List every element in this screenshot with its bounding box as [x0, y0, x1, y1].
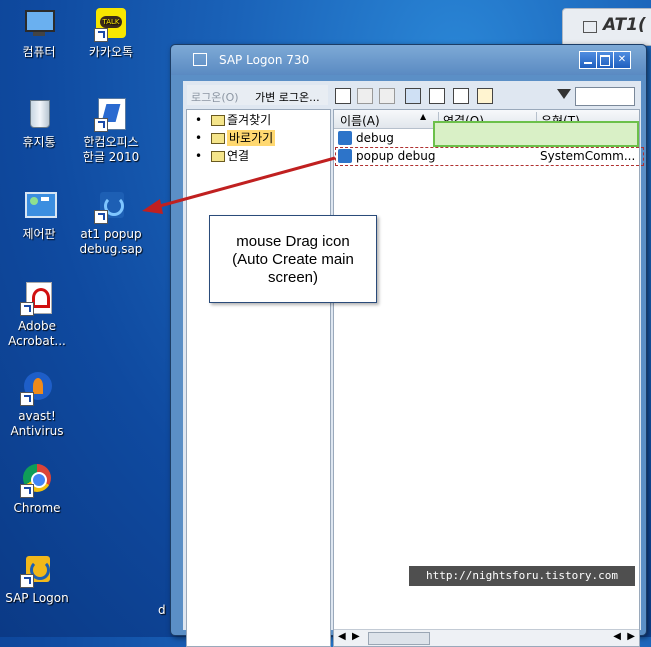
desktop-icon-sap-logon[interactable]: SAP Logon: [2, 554, 72, 606]
desktop-icon-label: Chrome: [13, 501, 61, 515]
avast-icon: [20, 372, 54, 406]
desktop-icon-label: Adobe Acrobat...: [8, 319, 66, 348]
background-window[interactable]: AT1(: [562, 8, 651, 46]
chrome-icon: [20, 464, 54, 498]
edit-icon[interactable]: [357, 88, 373, 104]
callout-line: screen): [267, 269, 319, 286]
list-view-icon[interactable]: [429, 88, 445, 104]
row-focus-outline: [335, 147, 644, 166]
control-panel-icon: [22, 190, 57, 224]
drag-preview-box: [433, 121, 639, 147]
properties-icon[interactable]: [453, 88, 469, 104]
folder-icon: [211, 133, 225, 144]
hancom-icon: [94, 98, 128, 132]
desktop-icon-kakaotalk[interactable]: TALK 카카오톡: [76, 8, 146, 60]
desktop-icon-recycle-bin[interactable]: 휴지통: [4, 98, 74, 150]
filter-icon[interactable]: [557, 89, 571, 99]
maximize-button[interactable]: [596, 51, 614, 69]
title-bar[interactable]: SAP Logon 730 ✕: [171, 45, 646, 75]
close-icon: ✕: [617, 54, 627, 65]
edit-properties-icon[interactable]: [477, 88, 493, 104]
background-window-title: AT1(: [603, 15, 646, 35]
folder-icon: [211, 115, 225, 126]
desktop-icon-avast[interactable]: avast! Antivirus: [2, 372, 72, 439]
new-entry-icon[interactable]: [335, 88, 351, 104]
window-icon: [583, 21, 597, 33]
watermark: http://nightsforu.tistory.com: [409, 566, 635, 586]
recycle-bin-icon: [22, 98, 56, 132]
sort-ascending-icon: ▲: [420, 112, 427, 121]
sap-client-area: 로그온(O) 가변 로그온... • 즐겨찾기 • 바로가기 • 연결 이름(A…: [183, 81, 644, 647]
desktop-icon-label-fragment: d: [158, 603, 166, 617]
close-button[interactable]: ✕: [613, 51, 631, 69]
tab-variable-logon[interactable]: 가변 로그온...: [255, 89, 320, 105]
desktop-icon-sap-shortcut[interactable]: at1 popup debug.sap: [76, 190, 146, 257]
column-header-name[interactable]: 이름(A): [340, 112, 380, 129]
desktop-icon-computer[interactable]: 컴퓨터: [4, 8, 74, 60]
left-tabs: 로그온(O) 가변 로그온...: [187, 85, 328, 105]
desktop-icon-chrome[interactable]: Chrome: [2, 464, 72, 516]
toolbar: [333, 85, 641, 107]
tree-item-label: 바로가기: [227, 130, 276, 146]
row-name: debug: [356, 131, 394, 145]
tree-item-label: 연결: [227, 149, 250, 163]
sap-shortcut-icon: [94, 190, 128, 224]
delete-icon[interactable]: [379, 88, 395, 104]
details-view-icon[interactable]: [405, 88, 421, 104]
folder-tree: • 즐겨찾기 • 바로가기 • 연결: [186, 109, 331, 647]
desktop-icon-label: 휴지통: [22, 135, 56, 149]
tab-logon[interactable]: 로그온(O): [191, 89, 239, 105]
sap-connection-icon: [338, 131, 352, 145]
tree-item-label: 즐겨찾기: [227, 113, 272, 127]
kakaotalk-icon: TALK: [94, 8, 128, 42]
computer-icon: [22, 8, 56, 42]
desktop-icon-label: 카카오톡: [88, 45, 134, 59]
filter-input[interactable]: [575, 87, 635, 106]
folder-icon: [211, 151, 225, 162]
desktop-icon-label: 제어판: [22, 227, 56, 241]
desktop-icon-control-panel[interactable]: 제어판: [4, 190, 74, 242]
desktop-icon-label: avast! Antivirus: [10, 409, 64, 438]
sap-logon-icon: [20, 554, 54, 588]
horizontal-scrollbar[interactable]: ◀ ▶ ◀ ▶: [334, 629, 639, 646]
scrollbar-thumb[interactable]: [368, 632, 430, 645]
minimize-button[interactable]: [579, 51, 597, 69]
desktop-icon-label: 한컴오피스 한글 2010: [82, 135, 140, 164]
desktop-icon-label: at1 popup debug.sap: [79, 227, 143, 256]
callout-line: mouse Drag icon: [236, 233, 350, 250]
window-title: SAP Logon 730: [219, 53, 310, 67]
desktop-icon-adobe[interactable]: Adobe Acrobat...: [2, 282, 72, 349]
adobe-icon: [20, 282, 54, 316]
window-icon: [193, 53, 207, 66]
callout-line: (Auto Create main: [232, 251, 354, 268]
annotation-callout: mouse Drag icon (Auto Create main screen…: [209, 215, 377, 303]
desktop-icon-label: SAP Logon: [5, 591, 69, 605]
desktop-icon-hancom[interactable]: 한컴오피스 한글 2010: [76, 98, 146, 165]
desktop-icon-label: 컴퓨터: [22, 45, 56, 59]
